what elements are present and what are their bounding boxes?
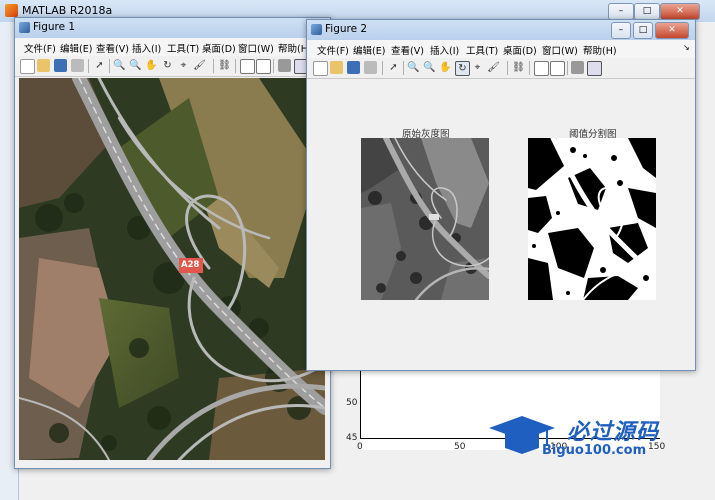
menu-file[interactable]: 文件(F) bbox=[317, 43, 349, 57]
matlab-logo-icon bbox=[5, 4, 18, 17]
figure2-titlebar[interactable]: Figure 2 – □ ✕ bbox=[307, 20, 695, 41]
figure1-title: Figure 1 bbox=[33, 21, 76, 33]
x-tick: 50 bbox=[454, 442, 466, 452]
hide-plot-tools-icon[interactable] bbox=[571, 61, 584, 74]
open-icon[interactable] bbox=[37, 59, 50, 72]
figure1-menubar: 文件(F) 编辑(E) 查看(V) 插入(I) 工具(T) 桌面(D) 窗口(W… bbox=[15, 38, 330, 56]
link-icon[interactable]: ⛓ bbox=[512, 61, 525, 74]
figure2-toolbar: ➚ 🔍 🔍 ✋ ↻ ⌖ 🖌 ⛓ bbox=[307, 58, 695, 79]
x-tick: 0 bbox=[357, 442, 363, 452]
data-cursor-icon[interactable]: ⌖ bbox=[177, 59, 190, 72]
matlab-title: MATLAB R2018a bbox=[22, 4, 113, 17]
print-icon[interactable] bbox=[71, 59, 84, 72]
save-icon[interactable] bbox=[347, 61, 360, 74]
fig2-minimize-button[interactable]: – bbox=[611, 22, 631, 39]
menu-tools[interactable]: 工具(T) bbox=[466, 43, 498, 57]
figure2-window[interactable]: Figure 2 – □ ✕ 文件(F) 编辑(E) 查看(V) 插入(I) 工… bbox=[306, 19, 696, 371]
new-figure-icon[interactable] bbox=[313, 61, 328, 76]
road-sign-label: A28 bbox=[181, 260, 200, 270]
aerial-photo bbox=[19, 78, 325, 460]
brush-icon[interactable]: 🖌 bbox=[193, 59, 206, 72]
figure-icon bbox=[19, 22, 30, 33]
legend-icon[interactable] bbox=[256, 59, 271, 74]
figure2-title: Figure 2 bbox=[325, 23, 368, 35]
menu-edit[interactable]: 编辑(E) bbox=[60, 41, 92, 55]
pointer-icon[interactable]: ➚ bbox=[93, 59, 106, 72]
watermark: 必过源码 Biguo100.com bbox=[487, 412, 697, 462]
hide-plot-tools-icon[interactable] bbox=[278, 59, 291, 72]
y-axis bbox=[360, 370, 361, 438]
menu-file[interactable]: 文件(F) bbox=[24, 41, 56, 55]
zoom-in-icon[interactable]: 🔍 bbox=[113, 59, 126, 72]
aerial-image: A28 bbox=[19, 78, 325, 460]
threshold-image bbox=[528, 135, 659, 301]
y-tick: 45 bbox=[346, 433, 358, 443]
link-icon[interactable]: ⛓ bbox=[218, 59, 231, 72]
rotate-icon[interactable]: ↻ bbox=[161, 59, 174, 72]
grayscale-image bbox=[361, 135, 492, 302]
colorbar-icon[interactable] bbox=[240, 59, 255, 74]
menu-tools[interactable]: 工具(T) bbox=[167, 41, 199, 55]
menu-dock-arrow-icon[interactable]: ↘ bbox=[683, 43, 690, 52]
rotate-icon[interactable]: ↻ bbox=[455, 61, 470, 76]
menu-insert[interactable]: 插入(I) bbox=[430, 43, 459, 57]
figure-icon bbox=[311, 24, 322, 35]
menu-window[interactable]: 窗口(W) bbox=[542, 43, 578, 57]
figure1-toolbar: ➚ 🔍 🔍 ✋ ↻ ⌖ 🖌 ⛓ bbox=[15, 56, 330, 77]
data-cursor-icon[interactable]: ⌖ bbox=[471, 61, 484, 74]
fig2-maximize-button[interactable]: □ bbox=[633, 22, 653, 39]
menu-window[interactable]: 窗口(W) bbox=[238, 41, 274, 55]
brush-icon[interactable]: 🖌 bbox=[487, 61, 500, 74]
print-icon[interactable] bbox=[364, 61, 377, 74]
menu-desktop[interactable]: 桌面(D) bbox=[202, 41, 236, 55]
menu-view[interactable]: 查看(V) bbox=[391, 43, 424, 57]
new-figure-icon[interactable] bbox=[20, 59, 35, 74]
legend-icon[interactable] bbox=[550, 61, 565, 76]
zoom-out-icon[interactable]: 🔍 bbox=[423, 61, 436, 74]
zoom-out-icon[interactable]: 🔍 bbox=[129, 59, 142, 72]
pan-icon[interactable]: ✋ bbox=[439, 61, 452, 74]
menu-help[interactable]: 帮助(H) bbox=[583, 43, 617, 57]
show-plot-tools-icon[interactable] bbox=[587, 61, 602, 76]
y-tick: 50 bbox=[346, 398, 358, 408]
menu-insert[interactable]: 插入(I) bbox=[132, 41, 161, 55]
pointer-icon[interactable]: ➚ bbox=[387, 61, 400, 74]
pan-icon[interactable]: ✋ bbox=[145, 59, 158, 72]
save-icon[interactable] bbox=[54, 59, 67, 72]
watermark-cn: 必过源码 bbox=[567, 420, 660, 445]
menu-view[interactable]: 查看(V) bbox=[96, 41, 129, 55]
colorbar-icon[interactable] bbox=[534, 61, 549, 76]
figure1-titlebar[interactable]: Figure 1 bbox=[15, 18, 330, 39]
maximize-button[interactable]: □ bbox=[634, 3, 660, 20]
figure2-menubar: 文件(F) 编辑(E) 查看(V) 插入(I) 工具(T) 桌面(D) 窗口(W… bbox=[307, 40, 695, 58]
watermark-en: Biguo100.com bbox=[542, 443, 647, 458]
menu-desktop[interactable]: 桌面(D) bbox=[503, 43, 537, 57]
fig2-close-button[interactable]: ✕ bbox=[655, 22, 689, 39]
menu-edit[interactable]: 编辑(E) bbox=[353, 43, 385, 57]
close-button[interactable]: ✕ bbox=[660, 3, 700, 20]
zoom-in-icon[interactable]: 🔍 bbox=[407, 61, 420, 74]
open-icon[interactable] bbox=[330, 61, 343, 74]
minimize-button[interactable]: – bbox=[608, 3, 634, 20]
